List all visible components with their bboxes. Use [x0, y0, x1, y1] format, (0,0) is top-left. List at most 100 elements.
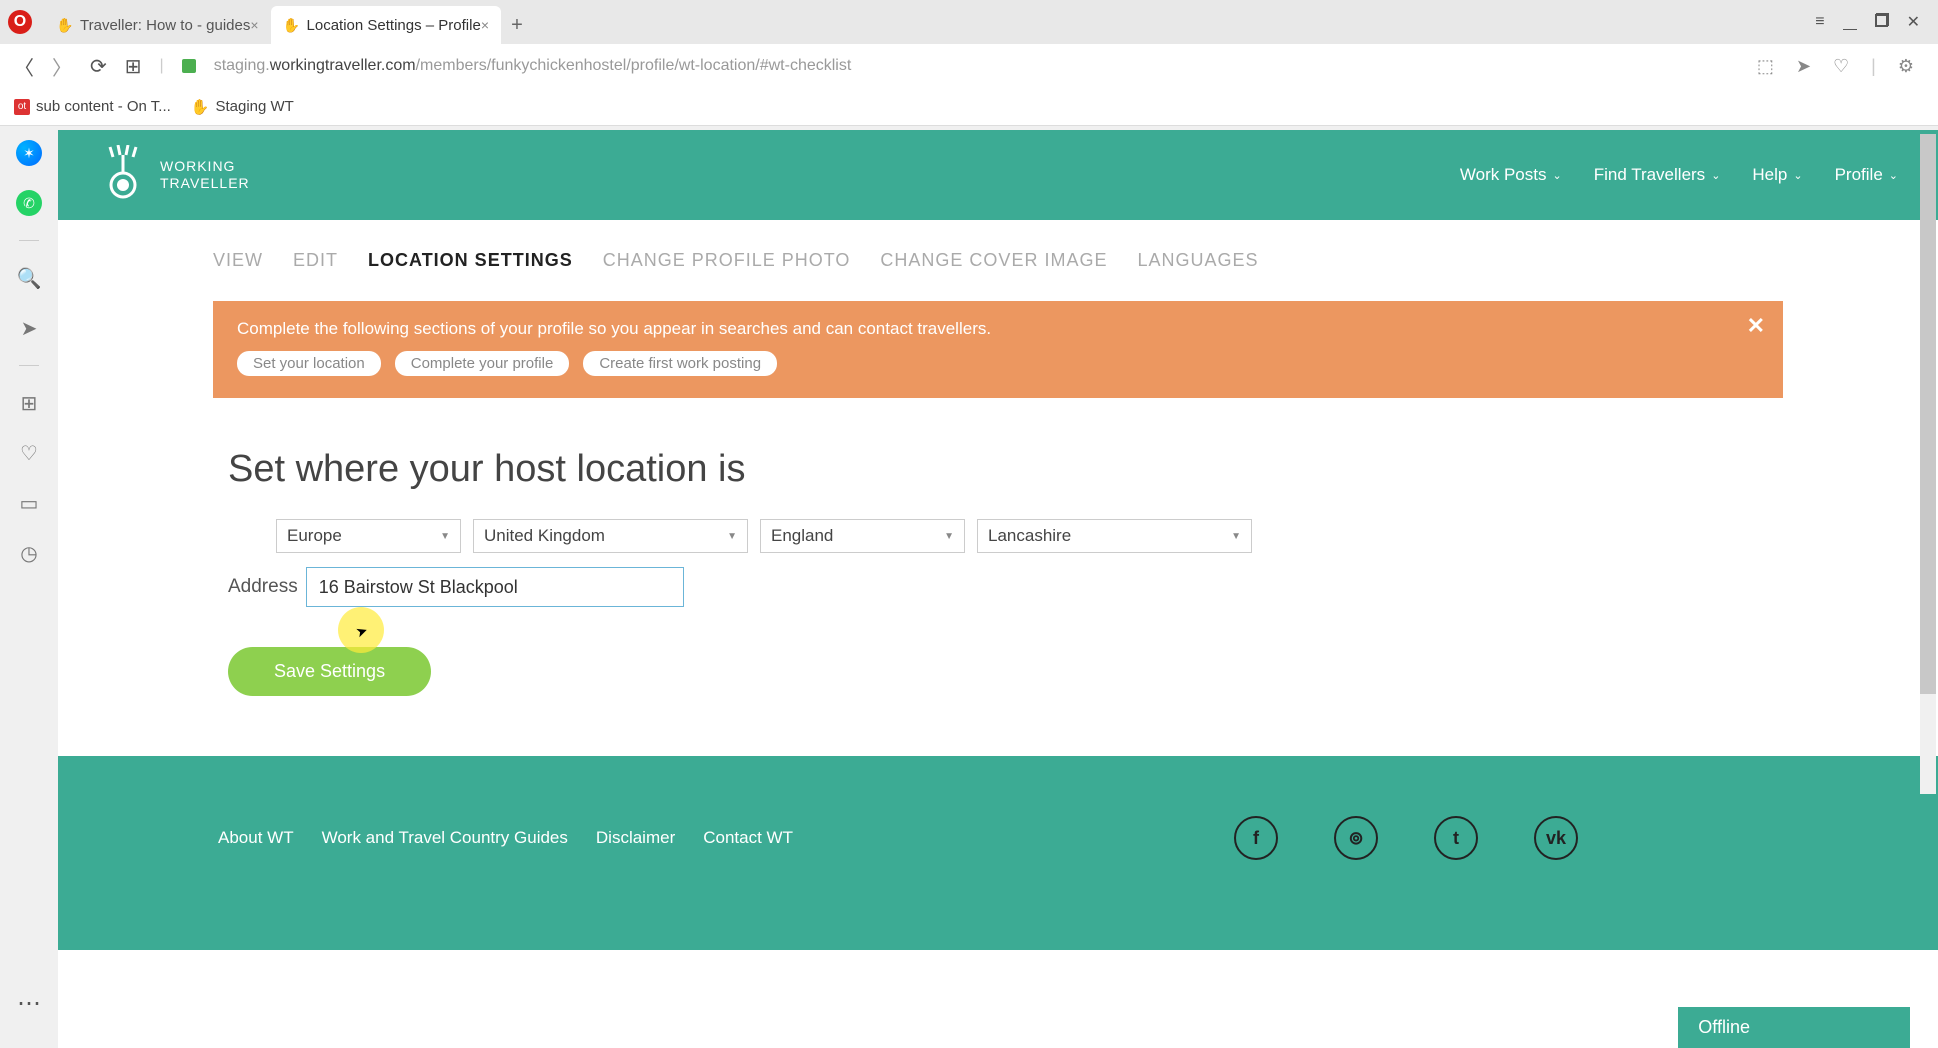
menu-icon[interactable]: ≡	[1815, 13, 1824, 31]
address-input[interactable]	[306, 567, 684, 607]
tab-close-icon[interactable]: ×	[481, 17, 489, 33]
site-header: WORKING TRAVELLER Work Posts ⌄ Find Trave…	[58, 130, 1938, 220]
save-settings-button[interactable]: Save Settings	[228, 647, 431, 696]
browser-title-bar: O ✋ Traveller: How to - guides × ✋ Locat…	[0, 0, 1938, 44]
site-logo[interactable]: WORKING TRAVELLER	[98, 145, 250, 205]
top-nav: Work Posts ⌄ Find Travellers ⌄ Help⌄ Profi…	[1460, 165, 1898, 185]
footer-link-about[interactable]: About WT	[218, 828, 294, 848]
pill-set-location[interactable]: Set your location	[237, 351, 381, 376]
heart-icon[interactable]: ♡	[1833, 56, 1849, 77]
tab-change-cover[interactable]: CHANGE COVER IMAGE	[880, 250, 1107, 271]
instagram-icon[interactable]: ⊚	[1334, 816, 1378, 860]
chat-offline-bar[interactable]: Offline	[1678, 1007, 1910, 1048]
location-selects-row: Europe▼ United Kingdom ▼ England▼ Lancash…	[276, 519, 1768, 553]
chevron-down-icon: ▼	[440, 531, 450, 542]
logo-text: WORKING TRAVELLER	[160, 158, 250, 192]
select-value: United Kingdom	[484, 526, 605, 546]
send-icon[interactable]: ➤	[16, 315, 42, 341]
tab-view[interactable]: VIEW	[213, 250, 263, 271]
bookmark-item[interactable]: ✋ Staging WT	[191, 98, 294, 116]
separator	[19, 240, 39, 241]
logo-icon	[98, 145, 148, 205]
tab-change-photo[interactable]: CHANGE PROFILE PHOTO	[603, 250, 851, 271]
minimize-icon[interactable]	[1843, 13, 1857, 31]
nav-help[interactable]: Help⌄	[1752, 165, 1802, 185]
nav-find-travellers[interactable]: Find Travellers ⌄	[1594, 165, 1721, 185]
footer-link-contact[interactable]: Contact WT	[703, 828, 793, 848]
twitter-icon[interactable]: t	[1434, 816, 1478, 860]
url-path: /members/funkychickenhostel/profile/wt-l…	[416, 57, 852, 74]
more-icon[interactable]: ⋯	[17, 989, 41, 1018]
logo-line-1: WORKING	[160, 158, 250, 175]
messenger-icon[interactable]: ✶	[16, 140, 42, 166]
search-icon[interactable]: 🔍	[16, 265, 42, 291]
bookmark-label: Staging WT	[215, 98, 293, 115]
continent-select[interactable]: Europe▼	[276, 519, 461, 553]
news-icon[interactable]: ▭	[16, 490, 42, 516]
tab-title: Traveller: How to - guides	[80, 17, 250, 34]
logo-line-2: TRAVELLER	[160, 175, 250, 192]
url-domain: workingtraveller.com	[270, 57, 416, 74]
nav-label: Work Posts	[1460, 165, 1547, 185]
camera-icon[interactable]: ⬚	[1757, 56, 1774, 77]
settings-icon[interactable]: ⚙	[1898, 56, 1914, 77]
bookmark-item[interactable]: ot sub content - On T...	[14, 98, 171, 115]
address-bar: 〈 〉 ⟳ ⊞ | staging.workingtraveller.com/m…	[0, 44, 1938, 88]
browser-sidebar: ✶ ✆ 🔍 ➤ ⊞ ♡ ▭ ◷ ⋯	[0, 130, 58, 1048]
chevron-down-icon: ▼	[727, 531, 737, 542]
nav-profile[interactable]: Profile⌄	[1835, 165, 1898, 185]
back-button[interactable]: 〈	[14, 52, 34, 81]
select-value: Lancashire	[988, 526, 1071, 546]
send-icon[interactable]: ➤	[1796, 56, 1811, 77]
tab-languages[interactable]: LANGUAGES	[1137, 250, 1258, 271]
browser-tab-1[interactable]: ✋ Location Settings – Profile ×	[271, 6, 501, 44]
chevron-down-icon: ⌄	[1711, 169, 1720, 182]
footer-social: f ⊚ t vk	[1234, 816, 1578, 860]
notice-text: Complete the following sections of your …	[237, 319, 1759, 339]
tab-location-settings[interactable]: LOCATION SETTINGS	[368, 250, 573, 271]
bookmark-favicon-icon: ✋	[191, 98, 210, 116]
reload-button[interactable]: ⟳	[90, 54, 107, 79]
pill-complete-profile[interactable]: Complete your profile	[395, 351, 570, 376]
chevron-down-icon: ▼	[944, 531, 954, 542]
heart-icon[interactable]: ♡	[16, 440, 42, 466]
facebook-icon[interactable]: f	[1234, 816, 1278, 860]
new-tab-button[interactable]: +	[501, 6, 533, 44]
chevron-down-icon: ⌄	[1793, 169, 1802, 182]
profile-tabs: VIEW EDIT LOCATION SETTINGS CHANGE PROFI…	[58, 220, 1938, 291]
footer-link-disclaimer[interactable]: Disclaimer	[596, 828, 675, 848]
close-icon[interactable]: ✕	[1907, 12, 1920, 32]
window-controls: ≡ ✕	[1815, 12, 1930, 32]
speed-dial-icon[interactable]: ⊞	[125, 54, 142, 79]
footer-link-guides[interactable]: Work and Travel Country Guides	[322, 828, 568, 848]
site-footer: About WT Work and Travel Country Guides …	[58, 756, 1938, 950]
lock-icon[interactable]	[182, 59, 196, 73]
nav-work-posts[interactable]: Work Posts ⌄	[1460, 165, 1562, 185]
grid-icon[interactable]: ⊞	[16, 390, 42, 416]
nav-label: Profile	[1835, 165, 1883, 185]
page-viewport: WORKING TRAVELLER Work Posts ⌄ Find Trave…	[58, 130, 1938, 1048]
notice-pills: Set your location Complete your profile …	[237, 351, 1759, 376]
whatsapp-icon[interactable]: ✆	[16, 190, 42, 216]
url-field[interactable]: staging.workingtraveller.com/members/fun…	[214, 57, 1739, 75]
forward-button[interactable]: 〉	[52, 52, 72, 81]
scrollbar-thumb[interactable]	[1920, 134, 1936, 694]
address-label: Address	[228, 576, 298, 598]
notice-close-button[interactable]: ✕	[1747, 313, 1765, 339]
nav-label: Find Travellers	[1594, 165, 1705, 185]
url-prefix: staging.	[214, 57, 270, 74]
tab-close-icon[interactable]: ×	[250, 17, 258, 33]
vk-icon[interactable]: vk	[1534, 816, 1578, 860]
history-icon[interactable]: ◷	[16, 540, 42, 566]
country-select[interactable]: United Kingdom ▼	[473, 519, 748, 553]
opera-icon[interactable]: O	[8, 10, 32, 34]
subregion-select[interactable]: Lancashire▼	[977, 519, 1252, 553]
pill-first-posting[interactable]: Create first work posting	[583, 351, 777, 376]
restore-icon[interactable]	[1875, 13, 1889, 32]
browser-tab-0[interactable]: ✋ Traveller: How to - guides ×	[44, 6, 271, 44]
tab-edit[interactable]: EDIT	[293, 250, 338, 271]
address-row: Address	[228, 567, 1768, 607]
chevron-down-icon: ⌄	[1552, 169, 1561, 182]
separator	[19, 365, 39, 366]
region-select[interactable]: England▼	[760, 519, 965, 553]
